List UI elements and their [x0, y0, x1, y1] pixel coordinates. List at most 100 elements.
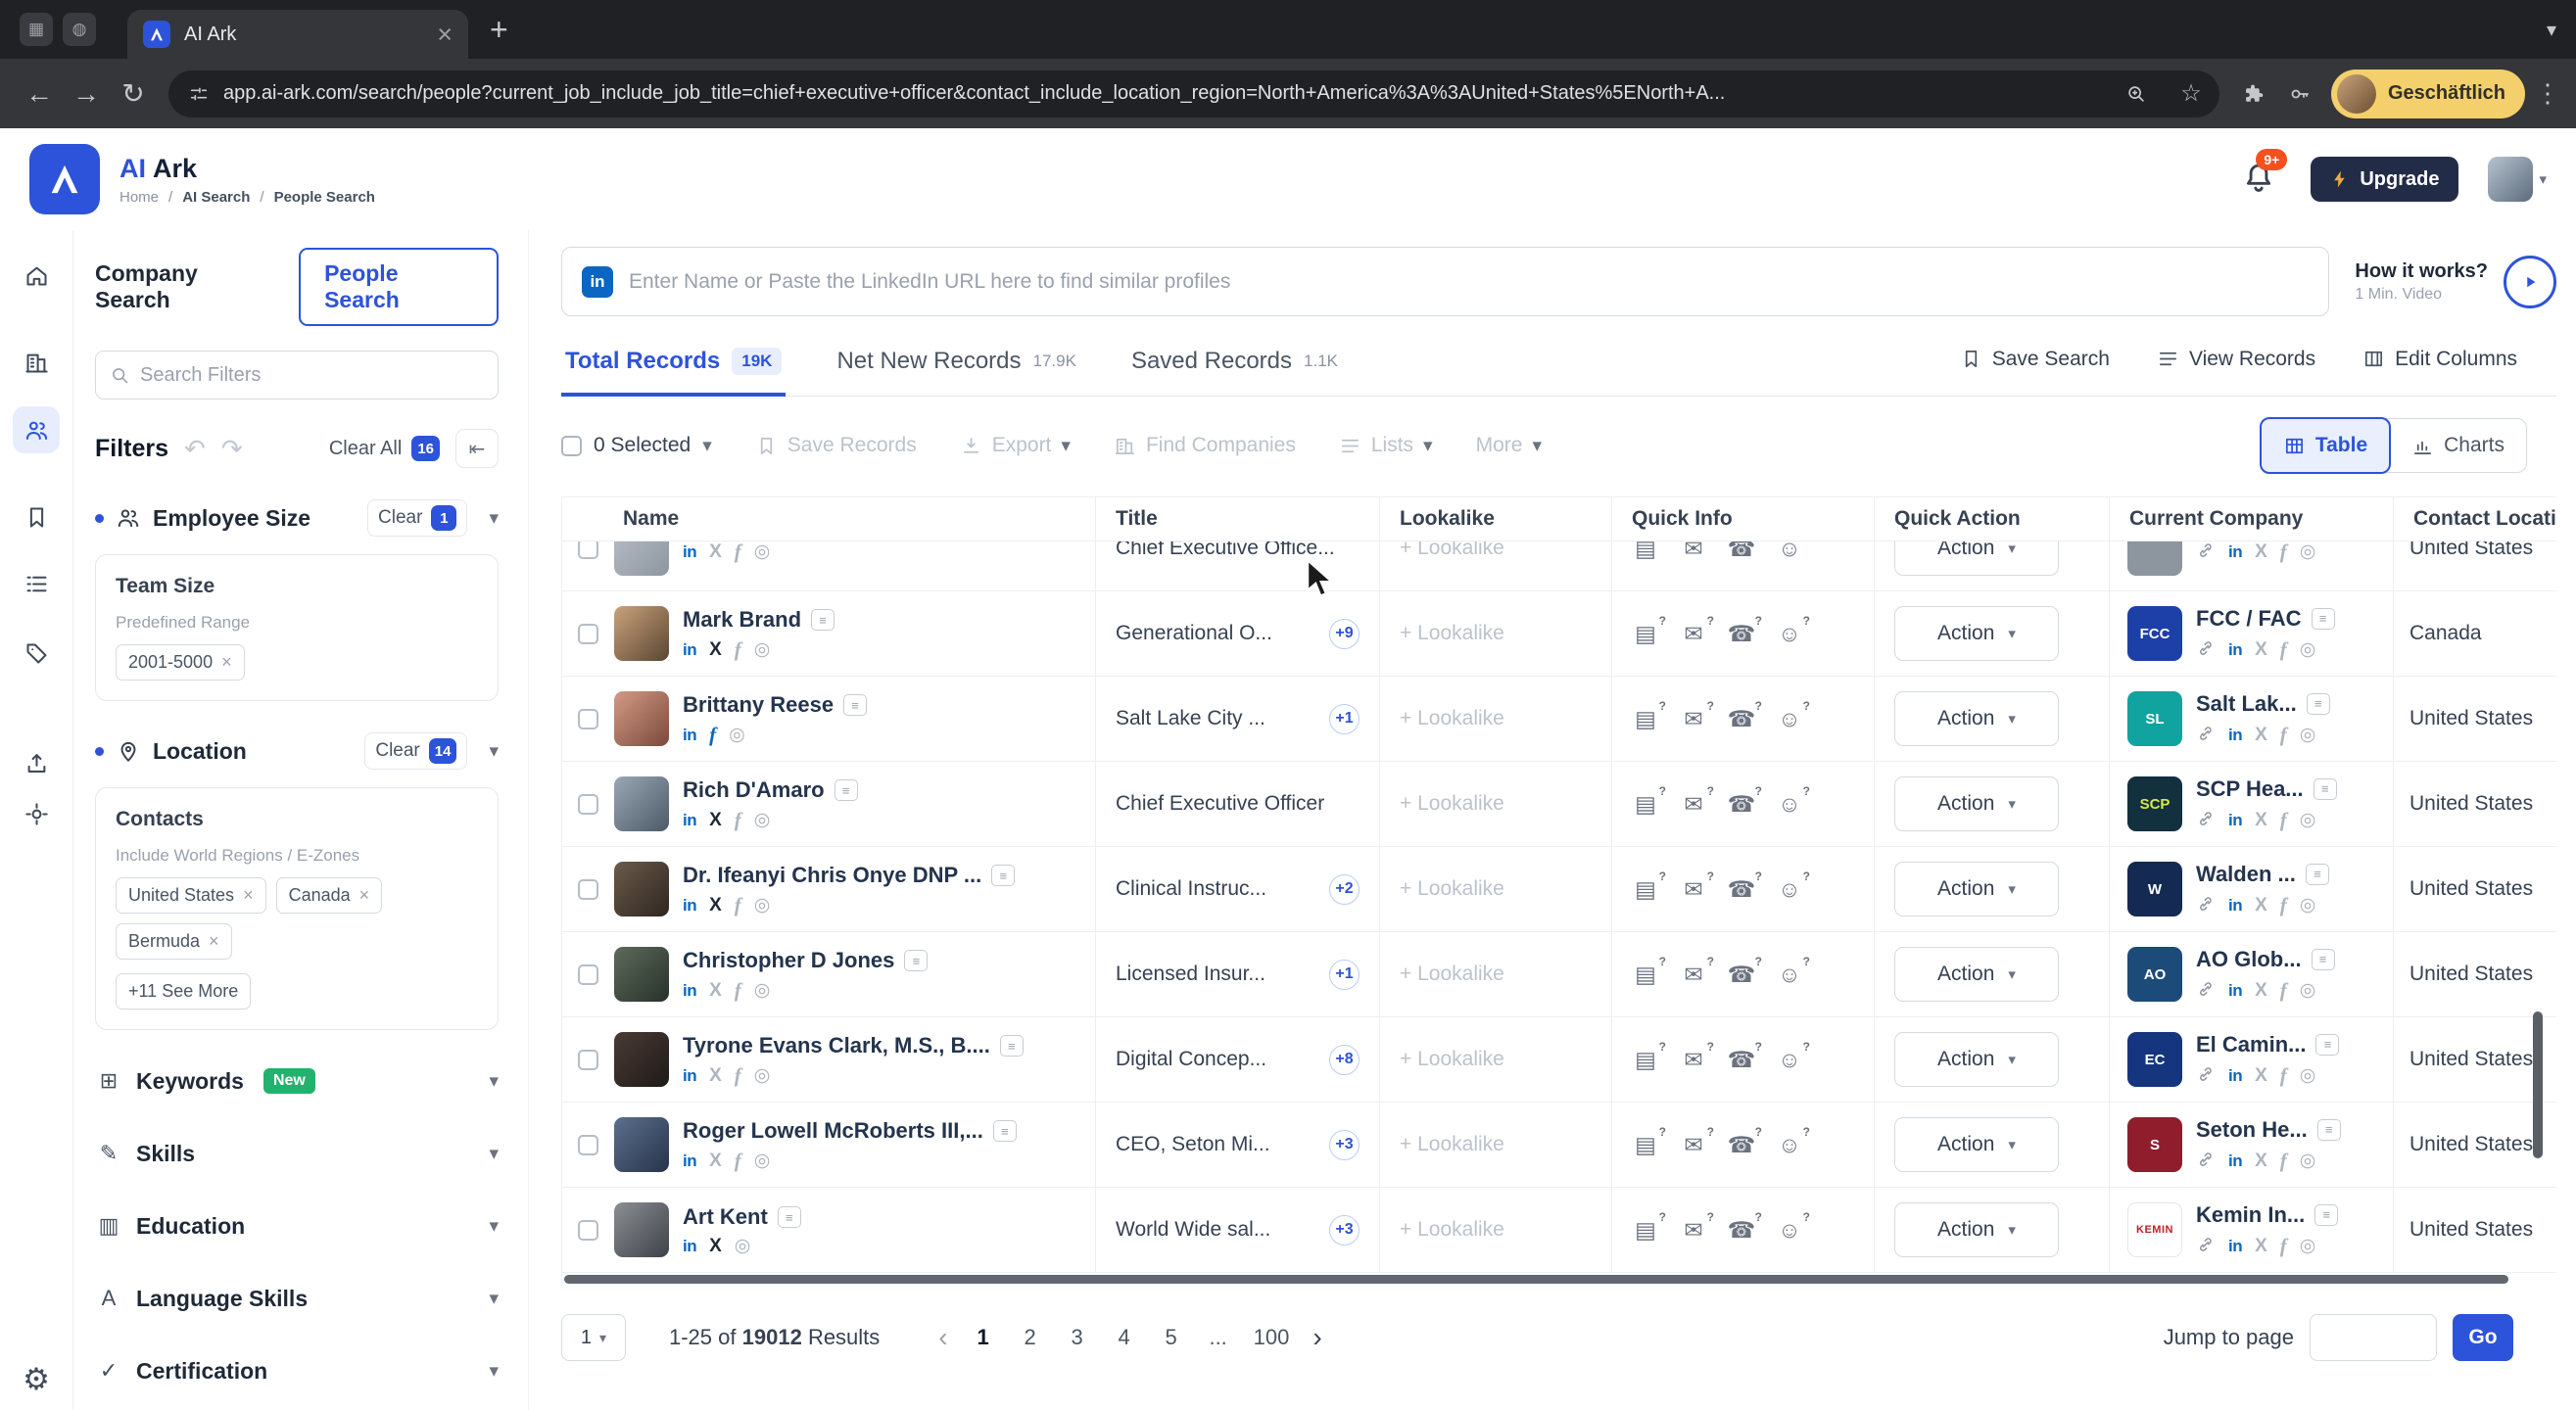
- ig-icon[interactable]: ◎: [2300, 1152, 2316, 1170]
- contact-card-question-icon[interactable]: ▤?: [1630, 1040, 1666, 1077]
- export-icon[interactable]: [13, 739, 60, 786]
- title-count-badge[interactable]: +8: [1329, 1044, 1360, 1075]
- ig-icon[interactable]: ◎: [754, 1066, 771, 1085]
- filter-section-employee-size[interactable]: Employee Size Clear 1 ▾: [95, 499, 499, 537]
- title-count-badge[interactable]: +3: [1329, 1129, 1360, 1160]
- page-button[interactable]: 4: [1105, 1316, 1144, 1359]
- page-button[interactable]: ...: [1199, 1316, 1238, 1359]
- notes-icon[interactable]: ≡: [2311, 607, 2335, 630]
- title-count-badge[interactable]: +1: [1329, 959, 1360, 990]
- breadcrumb-item[interactable]: AI Search: [182, 189, 250, 206]
- link-icon[interactable]: [2196, 1064, 2216, 1088]
- browser-menu-icon[interactable]: ⋮: [2535, 78, 2560, 109]
- ig-icon[interactable]: ◎: [754, 811, 771, 829]
- social-profile-question-icon[interactable]: ☺?: [1774, 699, 1810, 736]
- email-question-icon[interactable]: ✉?: [1678, 784, 1714, 822]
- prev-page-icon[interactable]: ‹: [930, 1324, 955, 1351]
- ig-icon[interactable]: ◎: [2300, 1066, 2316, 1085]
- filter-section-location[interactable]: Location Clear 14 ▾: [95, 732, 499, 770]
- notes-icon[interactable]: ≡: [2305, 863, 2329, 885]
- view-records-button[interactable]: View Records: [2157, 348, 2315, 389]
- phone-question-icon[interactable]: ☎?: [1726, 541, 1762, 566]
- company-name[interactable]: FCC / FAC: [2196, 606, 2302, 632]
- filter-section-keywords[interactable]: ⊞ Keywords New ▾: [95, 1059, 499, 1103]
- home-icon[interactable]: [13, 252, 60, 299]
- action-button[interactable]: Action ▾: [1894, 691, 2059, 746]
- filter-chip[interactable]: 2001-5000 ×: [116, 644, 245, 681]
- f-icon[interactable]: f: [735, 541, 741, 562]
- ig-icon[interactable]: ◎: [2300, 1237, 2316, 1255]
- upgrade-button[interactable]: Upgrade: [2311, 157, 2459, 202]
- ig-icon[interactable]: ◎: [2300, 811, 2316, 829]
- action-button[interactable]: Action ▾: [1894, 606, 2059, 661]
- f-icon[interactable]: f: [735, 810, 741, 830]
- company-name[interactable]: Walden ...: [2196, 862, 2296, 887]
- ig-icon[interactable]: ◎: [754, 1152, 771, 1170]
- social-profile-question-icon[interactable]: ☺?: [1774, 614, 1810, 651]
- notes-icon[interactable]: ≡: [2315, 1033, 2340, 1056]
- scrollbar-thumb[interactable]: [564, 1275, 2508, 1284]
- x-icon[interactable]: X: [709, 1066, 722, 1085]
- lookalike-button[interactable]: + Lookalike: [1400, 963, 1504, 986]
- ig-icon[interactable]: ◎: [2300, 726, 2316, 744]
- email-question-icon[interactable]: ✉?: [1678, 870, 1714, 907]
- lookalike-button[interactable]: + Lookalike: [1400, 792, 1504, 816]
- phone-question-icon[interactable]: ☎?: [1726, 1040, 1762, 1077]
- row-checkbox[interactable]: [578, 1134, 598, 1155]
- in-icon[interactable]: in: [2228, 1238, 2243, 1254]
- f-icon[interactable]: f: [2280, 810, 2287, 830]
- company-search-tab[interactable]: Company Search: [95, 260, 271, 313]
- email-question-icon[interactable]: ✉?: [1678, 1125, 1714, 1162]
- user-menu[interactable]: ▾: [2488, 157, 2547, 202]
- f-icon[interactable]: f: [709, 725, 716, 745]
- social-profile-question-icon[interactable]: ☺?: [1774, 1210, 1810, 1247]
- contact-card-question-icon[interactable]: ▤?: [1630, 1125, 1666, 1162]
- ig-icon[interactable]: ◎: [754, 640, 771, 659]
- contact-card-question-icon[interactable]: ▤?: [1630, 784, 1666, 822]
- f-icon[interactable]: f: [2280, 639, 2287, 660]
- person-name[interactable]: Rich D'Amaro: [683, 777, 825, 803]
- row-checkbox[interactable]: [578, 964, 598, 985]
- f-icon[interactable]: f: [735, 639, 741, 660]
- remove-chip-icon[interactable]: ×: [221, 652, 232, 673]
- x-icon[interactable]: X: [2255, 896, 2267, 915]
- action-button[interactable]: Action ▾: [1894, 1032, 2059, 1087]
- export-button[interactable]: Export ▾: [960, 434, 1071, 457]
- link-icon[interactable]: [2196, 1235, 2216, 1258]
- lookalike-button[interactable]: + Lookalike: [1400, 877, 1504, 901]
- in-icon[interactable]: in: [683, 727, 697, 743]
- action-button[interactable]: Action ▾: [1894, 862, 2059, 916]
- person-name[interactable]: Dr. Ifeanyi Chris Onye DNP ...: [683, 863, 981, 888]
- email-question-icon[interactable]: ✉?: [1678, 955, 1714, 992]
- x-icon[interactable]: X: [2255, 726, 2267, 744]
- breadcrumb-item[interactable]: People Search: [274, 189, 375, 206]
- lookalike-button[interactable]: + Lookalike: [1400, 1133, 1504, 1156]
- in-icon[interactable]: in: [683, 1238, 697, 1254]
- settings-gear-icon[interactable]: ⚙: [23, 1364, 50, 1394]
- notes-icon[interactable]: ≡: [2314, 1203, 2339, 1226]
- lookalike-button[interactable]: + Lookalike: [1400, 622, 1504, 645]
- notes-icon[interactable]: ≡: [2311, 948, 2335, 970]
- ig-icon[interactable]: ◎: [754, 981, 771, 1000]
- action-button[interactable]: Action ▾: [1894, 541, 2059, 576]
- link-icon[interactable]: [2196, 809, 2216, 832]
- browser-profile-chip[interactable]: Geschäftlich: [2330, 69, 2525, 118]
- x-icon[interactable]: X: [709, 640, 722, 659]
- integrations-icon[interactable]: [13, 790, 60, 837]
- saved-lists-icon[interactable]: [13, 494, 60, 540]
- more-button[interactable]: More ▾: [1476, 434, 1542, 457]
- company-name[interactable]: AO Glob...: [2196, 947, 2302, 972]
- filter-chip[interactable]: Bermuda ×: [116, 923, 232, 960]
- social-profile-question-icon[interactable]: ☺?: [1774, 541, 1810, 566]
- notes-icon[interactable]: ≡: [991, 865, 1016, 886]
- tab-total-records[interactable]: Total Records 19K: [561, 340, 787, 397]
- x-icon[interactable]: X: [2255, 811, 2267, 829]
- horizontal-scrollbar[interactable]: [562, 1273, 2556, 1287]
- extensions-puzzle-icon[interactable]: [2231, 71, 2276, 117]
- clear-employee-size-button[interactable]: Clear 1: [367, 499, 468, 537]
- notes-icon[interactable]: ≡: [999, 1035, 1024, 1057]
- row-checkbox[interactable]: [578, 541, 598, 559]
- redo-icon[interactable]: ↷: [221, 436, 243, 461]
- social-profile-question-icon[interactable]: ☺?: [1774, 1040, 1810, 1077]
- link-icon[interactable]: [2196, 638, 2216, 662]
